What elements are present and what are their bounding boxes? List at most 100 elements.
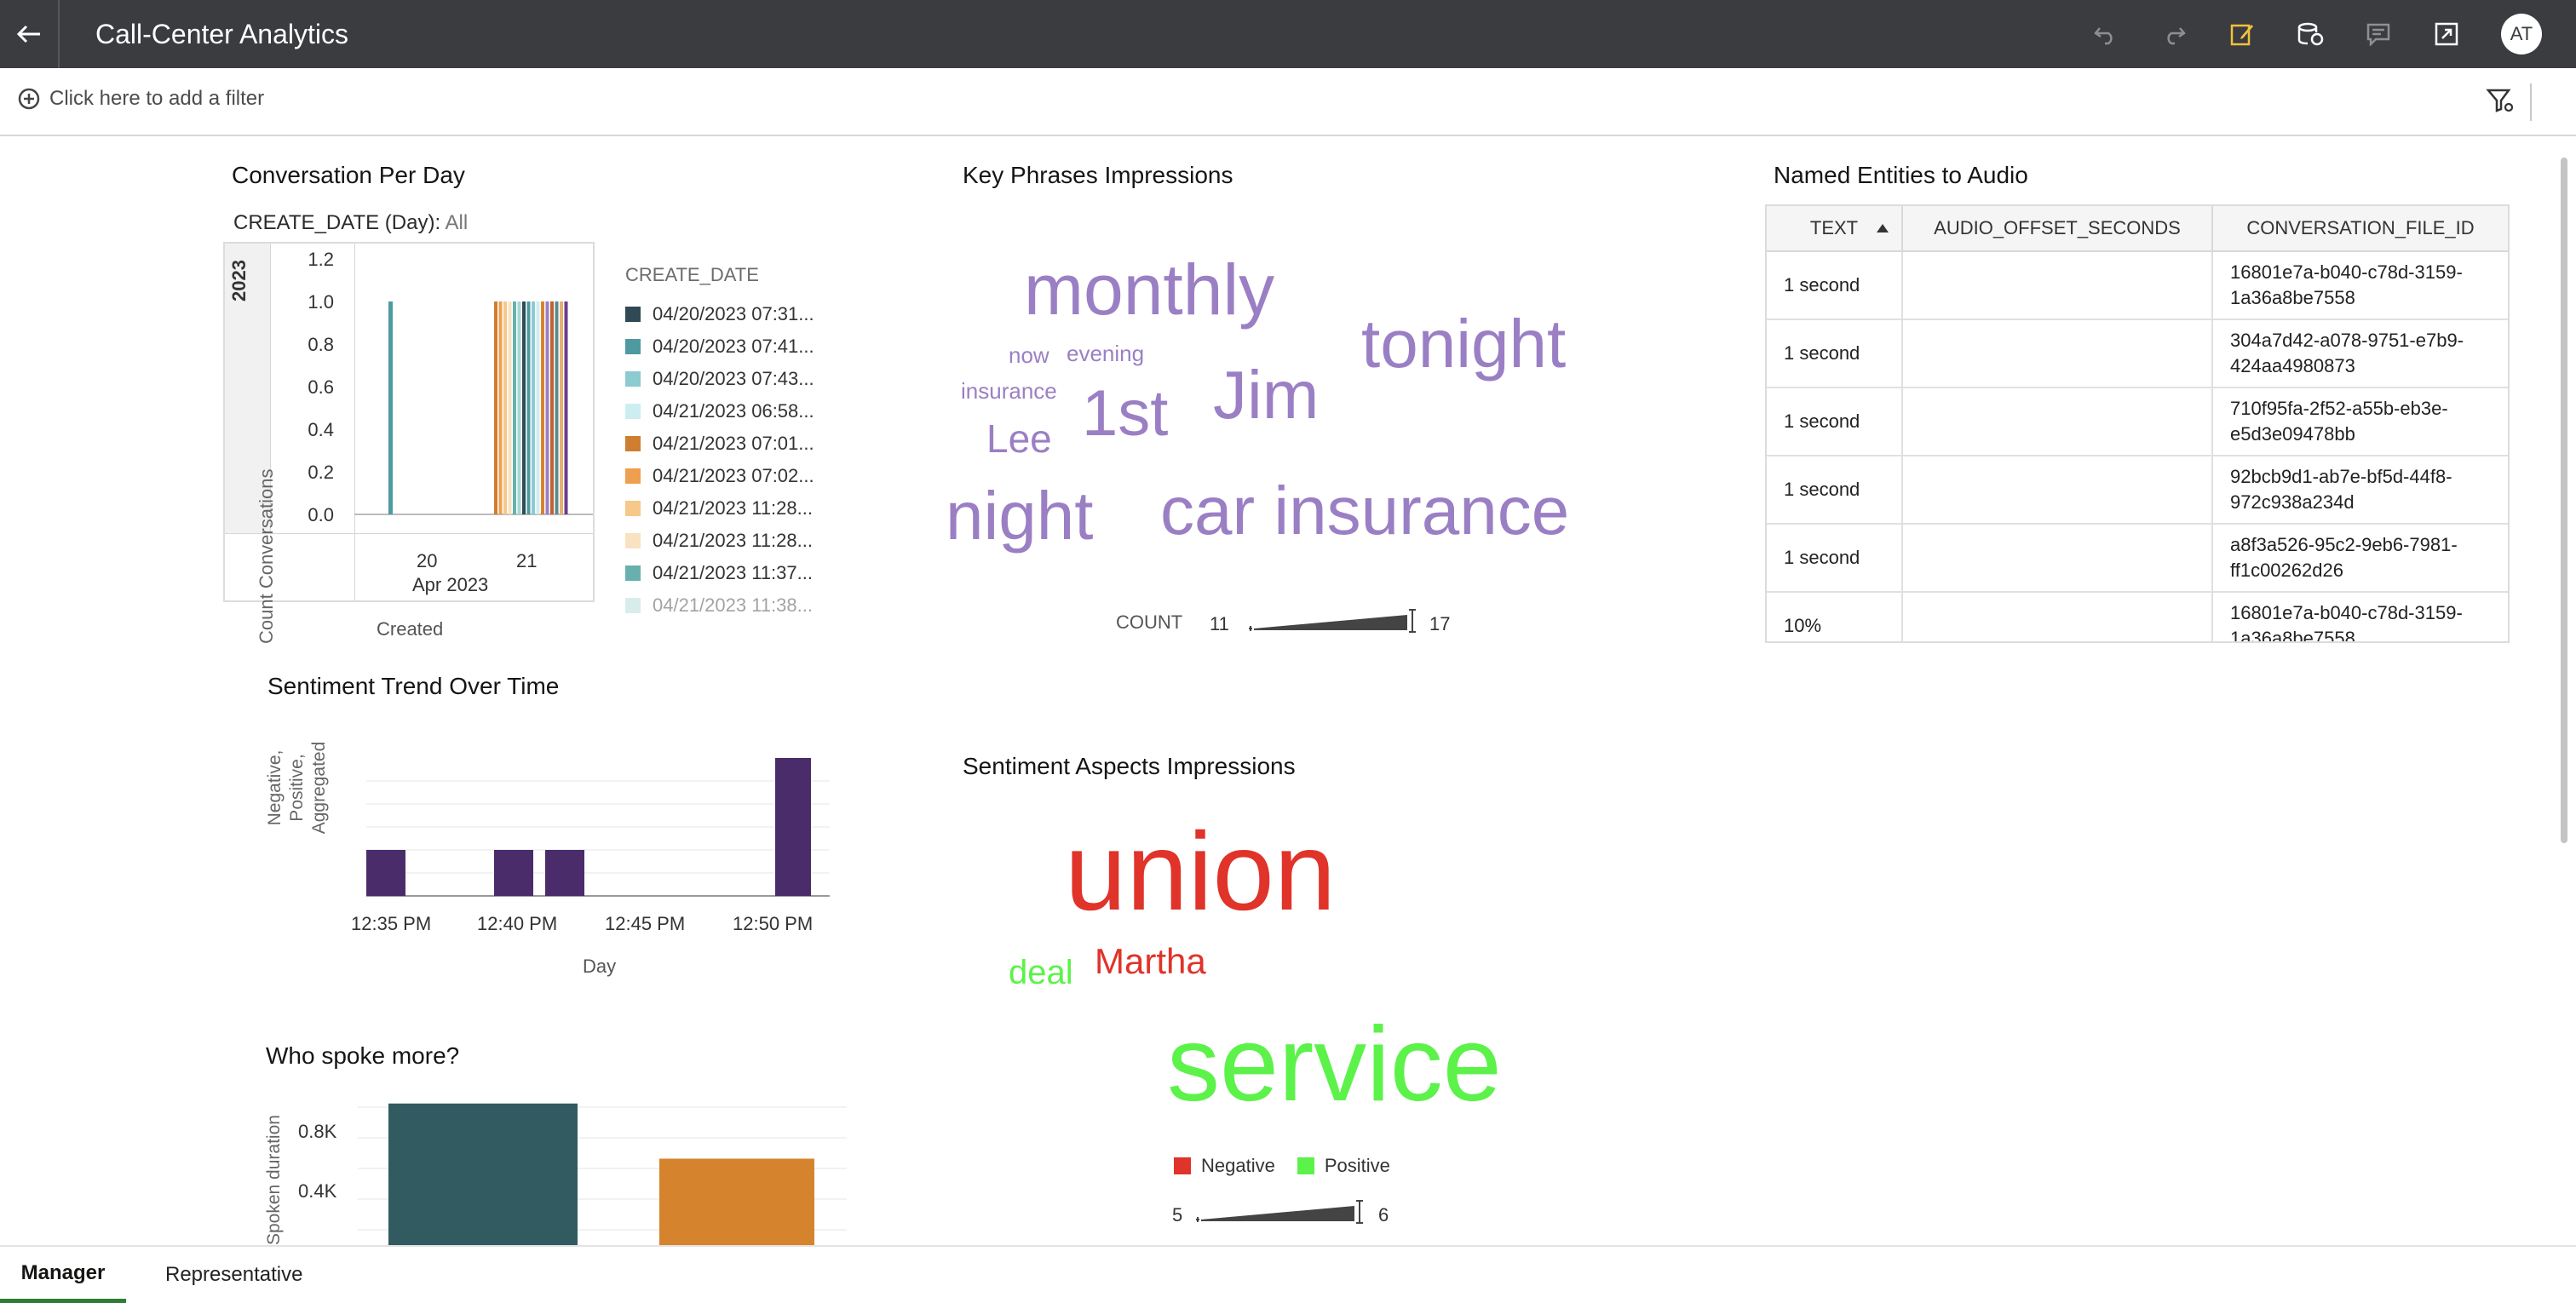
app-header: Call-Center Analytics AT [0,0,2576,68]
cell-conversation-id: 304a7d42-a078-9751-e7b9- 424aa4980873 [2230,330,2464,376]
present-icon[interactable] [2431,19,2462,49]
table-row[interactable]: 1 second 710f95fa-2f52-a55b-eb3e-e5d3e094… [1767,388,2508,456]
word-1st[interactable]: 1st [1082,382,1168,446]
column-audio-offset[interactable]: AUDIO_OFFSET_SECONDS [1903,206,2213,250]
named-entities-table[interactable]: TEXT AUDIO_OFFSET_SECONDS CONVERSATION_F… [1765,204,2510,643]
table-row[interactable]: 1 second 92bcb9d1-ab7e-bf5d-44f8- 972c938a… [1767,456,2508,525]
legend-item[interactable]: 04/21/2023 11:28... [625,497,813,519]
undo-icon[interactable] [2090,19,2121,49]
filter-bar: Click here to add a filter [0,68,2576,136]
y-tick-label: 0.0 [308,504,334,525]
word-union[interactable]: union [1065,816,1336,927]
key-phrases-title: Key Phrases Impressions [963,162,1233,188]
word-lee[interactable]: Lee [986,419,1052,458]
bar[interactable] [555,301,559,514]
table-row[interactable]: 10% 16801e7a-b040-c78d-3159- 1a36a8be7558 [1767,593,2508,641]
data-icon[interactable] [2295,19,2326,49]
edit-icon[interactable] [2227,19,2257,49]
word-tonight[interactable]: tonight [1361,310,1566,378]
redo-icon[interactable] [2159,19,2189,49]
sentiment-bar[interactable] [494,850,533,896]
cell-text: 10% [1767,593,1903,641]
cell-conversation-id: 16801e7a-b040-c78d-3159- 1a36a8be7558 [2230,261,2463,308]
bar[interactable] [532,301,535,514]
bar[interactable] [541,301,544,514]
legend-item[interactable]: 04/21/2023 07:02... [625,465,814,487]
word-martha[interactable]: Martha [1095,944,1206,979]
legend-item[interactable]: 04/21/2023 11:38... [625,594,813,617]
bar[interactable] [526,301,531,514]
word-car-insurance[interactable]: car insurance [1160,477,1569,545]
table-body: 1 second 16801e7a-b040-c78d-3159- 1a36a8be… [1767,252,2508,641]
table-row[interactable]: 1 second 304a7d42-a078-9751-e7b9- 424aa498… [1767,320,2508,388]
legend-item[interactable]: 04/20/2023 07:41... [625,336,814,358]
user-avatar[interactable]: AT [2501,14,2542,55]
x-tick-21: 21 [516,550,538,571]
divider [2530,83,2532,121]
sentiment-bar[interactable] [366,850,405,896]
word-evening[interactable]: evening [1067,342,1144,364]
bar[interactable] [508,301,512,514]
tab-representative[interactable]: Representative [165,1247,302,1303]
legend-item[interactable]: 04/20/2023 07:43... [625,368,814,390]
word-deal[interactable]: deal [1009,956,1073,990]
bar[interactable] [564,301,568,514]
bar[interactable] [522,301,526,514]
add-filter-button[interactable]: Click here to add a filter [17,87,264,111]
word-monthly[interactable]: monthly [1024,254,1274,325]
word-service[interactable]: service [1167,1012,1502,1117]
cell-text: 1 second [1767,320,1903,387]
trend-x-tick: 12:45 PM [605,913,686,934]
bar[interactable] [560,301,563,514]
legend-item[interactable]: 04/21/2023 06:58... [625,400,814,422]
bar[interactable] [545,301,549,514]
canvas-tabs: Manager Representative [0,1245,2576,1303]
filter-settings-icon[interactable] [2486,87,2515,118]
cell-offset [1903,456,2213,523]
cell-conversation-id: 92bcb9d1-ab7e-bf5d-44f8- 972c938a234d [2230,466,2452,513]
legend-item[interactable]: 04/21/2023 11:28... [625,530,813,552]
y-tick-label: 1.2 [308,249,334,270]
sentiment-legend: Negative Positive [1174,1155,1390,1177]
bar[interactable] [550,301,554,514]
word-night[interactable]: night [946,482,1093,550]
vertical-scrollbar[interactable] [2561,158,2567,843]
legend-label: 04/21/2023 11:28... [653,530,813,551]
column-text[interactable]: TEXT [1767,206,1903,250]
bar[interactable] [536,301,540,514]
legend-item[interactable]: 04/21/2023 07:01... [625,433,814,455]
back-button[interactable] [0,0,60,68]
legend-label: 04/20/2023 07:43... [653,368,814,389]
who-spoke-more-chart[interactable] [358,1099,852,1245]
duration-bar[interactable] [388,1103,578,1245]
word-jim[interactable]: Jim [1213,361,1319,429]
date-filter-label[interactable]: CREATE_DATE (Day): All [233,211,468,235]
sentiment-y-label: Negative, Positive, Aggregated [265,741,329,835]
bar[interactable] [388,301,393,514]
bar[interactable] [513,301,516,514]
sort-ascending-icon[interactable] [1876,223,1889,233]
sentiment-bar[interactable] [545,850,584,896]
word-now[interactable]: now [1009,344,1049,366]
table-row[interactable]: 1 second a8f3a526-95c2-9eb6-7981- ff1c0026… [1767,525,2508,593]
table-row[interactable]: 1 second 16801e7a-b040-c78d-3159- 1a36a8be… [1767,252,2508,320]
comment-icon[interactable] [2363,19,2394,49]
cell-text: 1 second [1767,388,1903,455]
bar[interactable] [517,301,521,514]
conversation-per-day-chart[interactable]: 2023 Count Conversations 1.2 1.0 0.8 0.6 0.4… [223,242,595,644]
legend-label: 04/20/2023 07:41... [653,336,814,357]
legend-item[interactable]: 04/20/2023 07:31... [625,303,814,325]
tab-manager[interactable]: Manager [0,1247,126,1303]
legend-swatch [625,501,641,516]
legend-label: 04/21/2023 11:38... [653,594,813,616]
legend-item[interactable]: 04/21/2023 11:37... [625,562,813,584]
bar[interactable] [498,301,503,514]
sentiment-trend-chart[interactable] [366,732,835,903]
y-tick-label: 0.4 [308,419,334,440]
column-conversation-id[interactable]: CONVERSATION_FILE_ID [2213,206,2508,250]
bar[interactable] [494,301,497,514]
duration-bar[interactable] [659,1158,814,1246]
word-insurance[interactable]: insurance [961,380,1057,402]
bar[interactable] [503,301,507,514]
sentiment-bar[interactable] [775,758,811,896]
